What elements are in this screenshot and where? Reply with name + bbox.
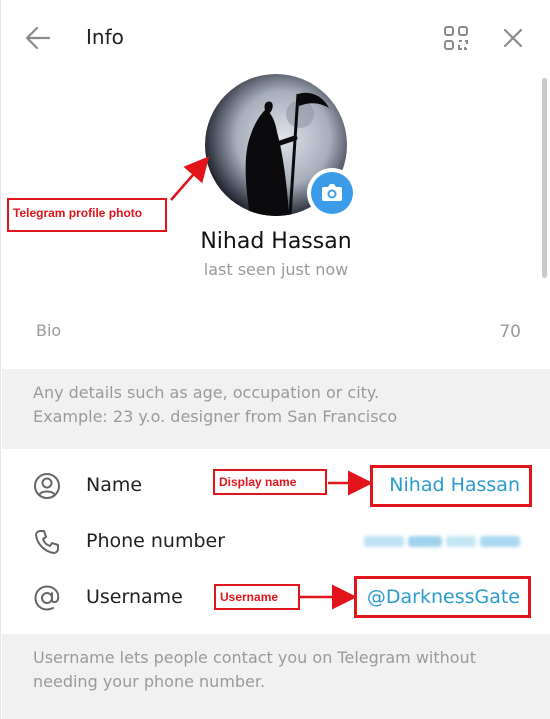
bio-hint-line: Any details such as age, occupation or c… — [33, 383, 380, 402]
phone-label: Phone number — [86, 530, 226, 552]
phone-icon — [33, 528, 61, 556]
header: Info — [1, 0, 550, 76]
change-photo-button[interactable] — [307, 168, 357, 218]
at-sign-icon — [33, 584, 61, 612]
bio-char-counter: 70 — [499, 322, 521, 342]
qr-code-icon[interactable] — [443, 25, 469, 51]
bio-hint: Any details such as age, occupation or c… — [2, 369, 550, 449]
back-arrow-icon[interactable] — [23, 24, 53, 52]
user-icon — [33, 472, 61, 500]
phone-value-redacted — [364, 534, 520, 549]
username-hint-line: Username lets people contact you on Tele… — [33, 648, 476, 667]
profile-name: Nihad Hassan — [200, 229, 352, 254]
annotation-display-name: Display name — [213, 469, 327, 495]
close-icon[interactable] — [500, 25, 526, 51]
bio-hint-line: Example: 23 y.o. designer from San Franc… — [33, 407, 398, 426]
photo-arrow — [170, 156, 210, 201]
page-title: Info — [86, 25, 124, 49]
username-highlight — [354, 576, 531, 618]
annotation-username: Username — [214, 584, 300, 610]
username-hint: Username lets people contact you on Tele… — [2, 634, 550, 719]
bio-input-placeholder[interactable]: Bio — [36, 321, 61, 340]
info-panel: Info Nihad Hassan last seen just now Bio… — [0, 0, 550, 719]
last-seen-status: last seen just now — [203, 260, 349, 279]
username-hint-line: needing your phone number. — [33, 672, 266, 691]
annotation-profile-photo: Telegram profile photo — [7, 198, 167, 232]
username-label: Username — [86, 586, 183, 608]
display-name-highlight — [370, 465, 532, 507]
camera-icon — [311, 172, 353, 214]
phone-row[interactable]: Phone number — [2, 514, 550, 570]
name-label: Name — [86, 474, 143, 496]
